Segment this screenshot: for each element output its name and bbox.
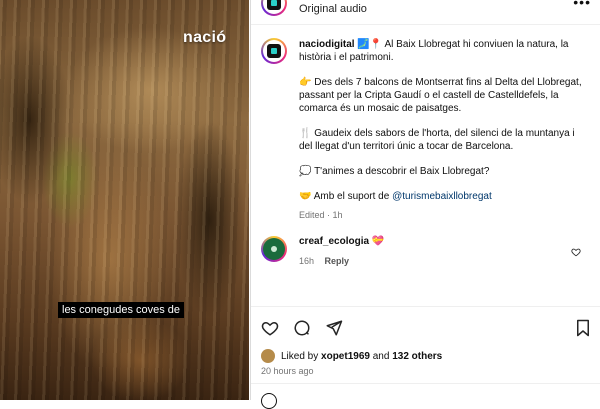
post-header: Original audio ••• (261, 0, 591, 16)
caption-paragraph-5: Amb el suport de (313, 191, 390, 202)
likes-and: and (372, 350, 390, 362)
liker-username[interactable]: xopet1969 (321, 351, 370, 362)
comment-item: creaf_ecologia 💝 16h Reply (261, 236, 591, 266)
caption-paragraph-4: T'animes a descobrir el Baix Llobregat? (314, 166, 490, 177)
media-watermark: nació (183, 29, 227, 46)
author-avatar[interactable] (261, 0, 287, 16)
comment-username[interactable]: creaf_ecologia (299, 236, 369, 247)
reply-button[interactable]: Reply (325, 256, 350, 266)
commenter-avatar[interactable] (261, 236, 287, 262)
post-caption: naciodigital 🗾📍 Al Baix Llobregat hi con… (261, 38, 591, 222)
actions-divider (251, 306, 600, 307)
send-icon[interactable] (325, 319, 343, 337)
emoji-picker-icon[interactable] (261, 393, 277, 409)
caption-emoji-5: 🤝 (299, 191, 312, 202)
caption-meta: Edited · 1h (299, 210, 343, 220)
liker-avatar[interactable] (261, 349, 275, 363)
likes-summary: Liked by xopet1969 and 132 others (261, 349, 442, 363)
caption-emoji-2: 👉 (299, 77, 312, 88)
caption-emoji-1: 🗾📍 (357, 39, 383, 50)
bookmark-icon[interactable] (575, 319, 591, 337)
post-media-video[interactable]: nació les conegudes coves de (0, 0, 249, 400)
mention-link[interactable]: @turismebaixllobregat (392, 191, 492, 202)
more-options-icon[interactable]: ••• (573, 0, 591, 10)
post-details-panel: Original audio ••• naciodigital 🗾📍 Al Ba… (250, 0, 600, 409)
caption-author-avatar[interactable] (261, 38, 287, 64)
caption-paragraph-2: Des dels 7 balcons de Montserrat fins al… (299, 77, 582, 114)
comment-text: 💝 (371, 236, 385, 247)
comment-time: 16h (299, 256, 315, 266)
footer-divider (251, 383, 600, 384)
cave-texture (0, 0, 249, 400)
likes-prefix: Liked by (281, 350, 319, 362)
post-actions-bar (261, 319, 591, 337)
header-divider (251, 24, 600, 25)
caption-paragraph-3: Gaudeix dels sabors de l'horta, del sile… (299, 128, 575, 152)
original-audio-link[interactable]: Original audio (299, 3, 367, 15)
comment-icon[interactable] (293, 319, 311, 337)
video-subtitle: les conegudes coves de (58, 302, 185, 318)
caption-emoji-3: 🍴 (299, 128, 312, 139)
post-timestamp: 20 hours ago (261, 366, 314, 376)
caption-emoji-4: 💭 (299, 166, 312, 177)
comment-like-heart-icon[interactable] (571, 244, 581, 262)
likes-others-link[interactable]: 132 others (392, 351, 442, 362)
heart-icon[interactable] (261, 319, 279, 337)
caption-username[interactable]: naciodigital (299, 39, 355, 50)
